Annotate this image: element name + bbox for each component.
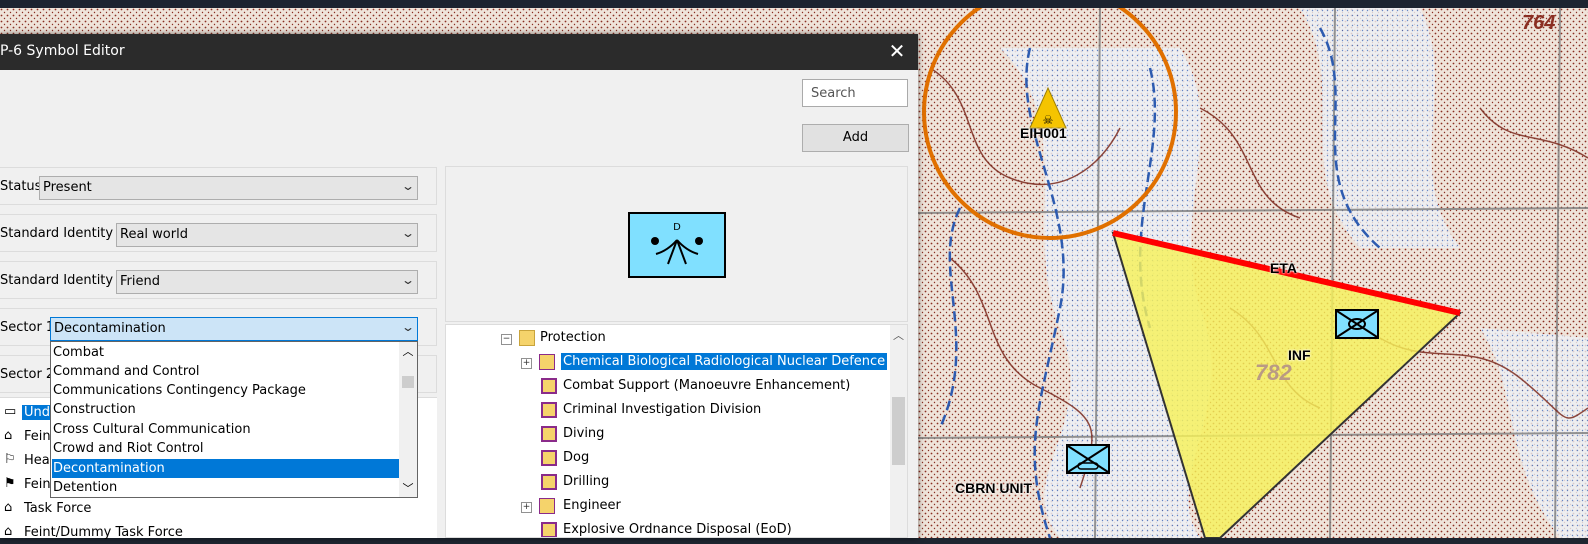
contour-label-764: 764 — [1522, 12, 1556, 34]
standard-identity-2-label: Standard Identity 2 — [0, 273, 126, 288]
symbol-preview: D — [628, 212, 726, 278]
infantry-cross-icon — [1337, 311, 1377, 337]
infantry-unit-symbol[interactable] — [1335, 309, 1379, 339]
task-force-icon: ⌂ — [4, 500, 13, 515]
cbrn-unit-label: CBRN UNIT — [955, 480, 1032, 496]
tree-item-label: Criminal Investigation Division — [563, 402, 762, 417]
hazard-label: EIH001 — [1020, 125, 1067, 141]
sector-2-label: Sector 2 — [0, 367, 55, 382]
chevron-up-icon[interactable]: ︿ — [890, 327, 907, 343]
tree-item-label: Diving — [563, 426, 605, 441]
tree-item-label: Explosive Ordnance Disposal (EoD) — [563, 522, 792, 537]
cbrn-tracked-icon — [1068, 446, 1108, 472]
list-item-label: Task Force — [24, 501, 92, 516]
cbrn-unit-symbol[interactable] — [1066, 444, 1110, 474]
tree-scrollbar[interactable]: ︿ — [890, 325, 907, 537]
line-label: ETA — [1270, 260, 1297, 276]
sector-1-dropdown-list[interactable]: Combat Command and Control Communication… — [50, 341, 418, 498]
dropdown-scrollbar[interactable]: ︿ ﹀ — [399, 342, 417, 497]
standard-identity-1-label: Standard Identity 1 — [0, 226, 126, 241]
expand-icon[interactable]: + — [521, 502, 532, 513]
close-icon[interactable]: ✕ — [884, 38, 910, 64]
tree-item-label: Combat Support (Manoeuvre Enhancement) — [563, 378, 851, 393]
dropdown-option-selected[interactable]: Decontamination — [52, 459, 399, 478]
feint-flag-icon: ⚑ — [4, 476, 16, 491]
dropdown-option[interactable]: Cross Cultural Communication — [52, 420, 399, 439]
symbol-icon — [541, 378, 557, 394]
standard-identity-2-row: Standard Identity 2 Friend ⌄ — [0, 261, 437, 299]
symbol-icon — [541, 402, 557, 418]
dropdown-option[interactable]: Detention — [52, 478, 399, 497]
chevron-down-icon: ⌄ — [400, 273, 416, 287]
standard-identity-2-value: Friend — [120, 274, 160, 289]
sector-1-label: Sector 1 — [0, 320, 55, 335]
scrollbar-thumb[interactable] — [892, 397, 905, 465]
symbol-editor-dialog: P-6 Symbol Editor ✕ Add Status Present ⌄… — [0, 34, 918, 540]
chevron-up-icon[interactable]: ︿ — [399, 343, 417, 359]
status-label: Status — [0, 179, 42, 194]
list-item-label: Fein — [24, 477, 51, 492]
chevron-down-icon: ⌄ — [400, 320, 416, 334]
symbol-icon — [541, 474, 557, 490]
symbol-tree[interactable]: − Protection + Chemical Biological Radio… — [445, 324, 908, 538]
chevron-down-icon: ⌄ — [400, 179, 416, 193]
collapse-icon[interactable]: − — [501, 334, 512, 345]
status-value: Present — [43, 180, 92, 195]
expand-icon[interactable]: + — [521, 358, 532, 369]
symbol-icon — [541, 450, 557, 466]
standard-identity-1-row: Standard Identity 1 Real world ⌄ — [0, 214, 437, 252]
tree-item-label: Dog — [563, 450, 590, 465]
tree-item-label: Drilling — [563, 474, 610, 489]
tree-item-label: Engineer — [563, 498, 621, 513]
symbol-icon — [541, 522, 557, 537]
add-button[interactable]: Add — [802, 124, 909, 152]
folder-icon — [519, 330, 535, 346]
modifier-letter: D — [673, 222, 681, 233]
symbol-folder-icon — [539, 354, 555, 370]
chevron-down-icon: ⌄ — [400, 226, 416, 240]
scrollbar-thumb[interactable] — [402, 376, 414, 388]
status-select[interactable]: Present ⌄ — [39, 176, 418, 200]
title-bar[interactable]: P-6 Symbol Editor ✕ — [0, 34, 918, 70]
symbol-icon — [541, 426, 557, 442]
contour-label-782: 782 — [1255, 360, 1292, 385]
search-input[interactable] — [802, 79, 908, 107]
standard-identity-1-value: Real world — [120, 227, 188, 242]
tree-item-label: Chemical Biological Radiological Nuclear… — [561, 353, 888, 370]
feint-icon: ⌂ — [4, 428, 13, 443]
rect-icon: ▭ — [4, 404, 17, 419]
list-item-label: Fein — [24, 429, 51, 444]
standard-identity-1-select[interactable]: Real world ⌄ — [116, 223, 418, 247]
top-bar — [0, 0, 1588, 8]
chevron-down-icon[interactable]: ﹀ — [399, 480, 417, 496]
symbol-folder-icon — [539, 498, 555, 514]
symbol-preview-panel: D — [445, 166, 908, 322]
feint-task-force-icon: ⌂ — [4, 524, 13, 539]
dropdown-option[interactable]: Construction — [52, 400, 399, 419]
dialog-title: P-6 Symbol Editor — [0, 43, 125, 59]
sector-1-value: Decontamination — [54, 321, 166, 336]
flag-icon: ⚐ — [4, 452, 16, 467]
tree-item-label: Protection — [540, 330, 606, 345]
sector-1-select[interactable]: Decontamination ⌄ — [50, 317, 418, 341]
standard-identity-2-select[interactable]: Friend ⌄ — [116, 270, 418, 294]
dropdown-option[interactable]: Communications Contingency Package — [52, 381, 399, 400]
dropdown-option[interactable]: Command and Control — [52, 362, 399, 381]
status-row: Status Present ⌄ — [0, 167, 437, 205]
dropdown-option[interactable]: Combat — [52, 343, 399, 362]
dropdown-option[interactable]: Crowd and Riot Control — [52, 439, 399, 458]
decontamination-symbol-icon: D — [651, 222, 703, 265]
